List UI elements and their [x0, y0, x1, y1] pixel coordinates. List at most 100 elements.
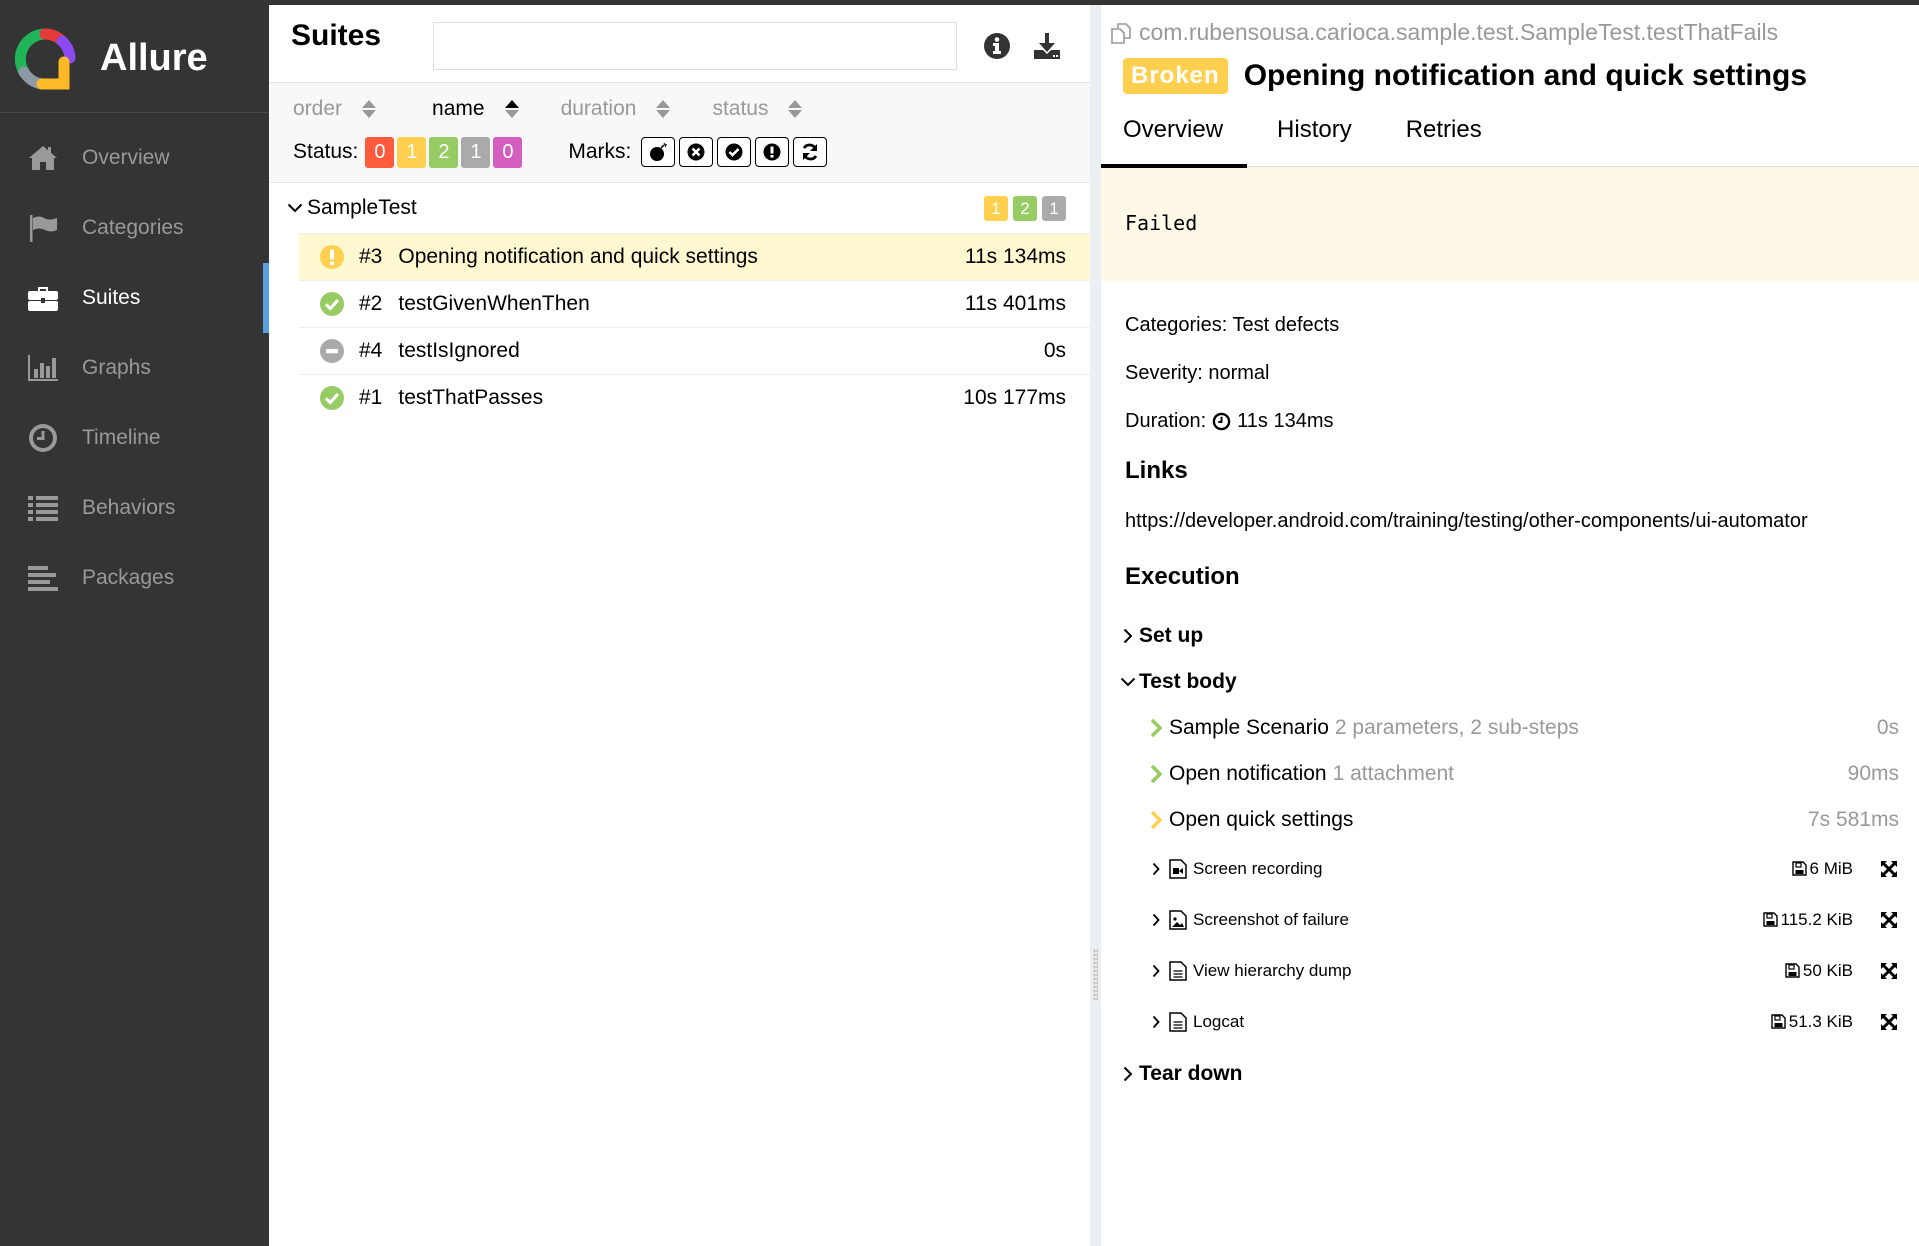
- test-duration: 10s 177ms: [963, 386, 1066, 409]
- page-title: Suites: [291, 19, 382, 52]
- sidebar-item-packages[interactable]: Packages: [0, 543, 269, 613]
- sidebar-item-graphs[interactable]: Graphs: [0, 333, 269, 403]
- status-filter-skipped[interactable]: 1: [461, 136, 491, 168]
- stage-test-body[interactable]: Test body: [1117, 659, 1919, 705]
- attachment-row[interactable]: Screenshot of failure 115.2 KiB: [1145, 894, 1919, 945]
- stage-label: Tear down: [1139, 1062, 1243, 1085]
- refresh-icon: [803, 143, 818, 161]
- sidebar-item-behaviors[interactable]: Behaviors: [0, 473, 269, 543]
- mark-new-broken-button[interactable]: [755, 137, 790, 167]
- step-row[interactable]: Open quick settings 7s 581ms: [1145, 797, 1919, 843]
- chevron-right-icon: [1117, 628, 1139, 644]
- test-name: Opening notification and quick settings: [398, 245, 758, 268]
- sidebar-item-timeline[interactable]: Timeline: [0, 403, 269, 473]
- sidebar-nav: Overview Categories Suites Graphs Timeli…: [0, 113, 269, 613]
- sort-label: status: [712, 97, 769, 120]
- categories-line: Categories: Test defects: [1125, 313, 1340, 336]
- stage-label: Test body: [1139, 670, 1237, 693]
- attachment-row[interactable]: View hierarchy dump 50 KiB: [1145, 945, 1919, 996]
- sidebar-item-label: Overview: [82, 146, 170, 169]
- flag-icon: [26, 211, 60, 245]
- save-icon: [1762, 912, 1778, 927]
- failure-message-text: Failed: [1125, 211, 1198, 235]
- file-image-icon: [1169, 909, 1187, 930]
- tab-overview[interactable]: Overview: [1101, 116, 1248, 168]
- status-filter-failed[interactable]: 0: [365, 136, 395, 168]
- test-row[interactable]: #2 testGivenWhenThen 11s 401ms: [299, 280, 1090, 327]
- allure-logo-icon: [14, 28, 76, 90]
- test-row[interactable]: #3 Opening notification and quick settin…: [299, 233, 1090, 280]
- expand-icon[interactable]: [1879, 859, 1899, 879]
- download-icon[interactable]: [1032, 31, 1062, 61]
- attachment-size: 50 KiB: [1785, 961, 1853, 981]
- clock-icon: [1212, 412, 1231, 430]
- test-full-name[interactable]: com.rubensousa.carioca.sample.test.Sampl…: [1101, 5, 1919, 46]
- brand[interactable]: Allure: [0, 5, 269, 113]
- sort-icon: [788, 99, 803, 119]
- expand-icon[interactable]: [1879, 961, 1899, 981]
- home-icon: [26, 141, 60, 175]
- test-order: #3: [359, 245, 383, 268]
- test-detail-panel: com.rubensousa.carioca.sample.test.Sampl…: [1101, 5, 1919, 1246]
- mark-retries-button[interactable]: [793, 137, 828, 167]
- status-filter-unknown[interactable]: 0: [493, 136, 523, 168]
- test-row[interactable]: #4 testIsIgnored 0s: [299, 327, 1090, 374]
- search-input[interactable]: [433, 22, 957, 70]
- attachment-row[interactable]: Logcat 51.3 KiB: [1145, 996, 1919, 1047]
- mark-new-failed-button[interactable]: [679, 137, 714, 167]
- test-order: #2: [359, 292, 383, 315]
- sidebar-item-suites[interactable]: Suites: [0, 263, 269, 333]
- test-row[interactable]: #1 testThatPasses 10s 177ms: [299, 374, 1090, 421]
- mark-flaky-button[interactable]: [641, 137, 676, 167]
- test-duration: 11s 134ms: [964, 245, 1066, 268]
- suite-group-name: SampleTest: [307, 196, 417, 219]
- sidebar: Allure Overview Categories Suites Graphs…: [0, 5, 269, 1246]
- sort-bar: order name duration status: [293, 89, 1090, 129]
- tab-history[interactable]: History: [1253, 116, 1376, 167]
- sort-by-name[interactable]: name: [432, 97, 519, 121]
- step-duration: 90ms: [1847, 762, 1899, 785]
- attachment-size-text: 50 KiB: [1802, 960, 1853, 980]
- detail-tabs: Overview History Retries: [1101, 116, 1919, 168]
- pane-splitter[interactable]: [1090, 5, 1101, 1246]
- brand-name: Allure: [100, 37, 208, 79]
- chevron-right-icon: [1145, 862, 1167, 876]
- sort-by-order[interactable]: order: [293, 97, 377, 121]
- sort-by-status[interactable]: status: [712, 97, 803, 121]
- broken-status-icon: [320, 245, 344, 269]
- tab-retries[interactable]: Retries: [1382, 116, 1506, 167]
- expand-icon[interactable]: [1879, 910, 1899, 930]
- sort-icon: [656, 99, 671, 119]
- step-name: Open notification: [1169, 762, 1327, 785]
- sidebar-item-categories[interactable]: Categories: [0, 193, 269, 263]
- step-meta: 2 parameters, 2 sub-steps: [1334, 716, 1579, 739]
- step-status-chevron-icon: [1145, 810, 1167, 830]
- sort-label: order: [293, 97, 343, 120]
- execution-title: Execution: [1125, 563, 1240, 590]
- external-link[interactable]: https://developer.android.com/training/t…: [1125, 497, 1919, 545]
- step-row[interactable]: Sample Scenario 2 parameters, 2 sub-step…: [1145, 705, 1919, 751]
- suite-group-sampletest[interactable]: SampleTest 1 2 1: [269, 183, 1090, 233]
- status-filter-broken[interactable]: 1: [397, 136, 427, 168]
- step-row[interactable]: Open notification 1 attachment 90ms: [1145, 751, 1919, 797]
- mark-new-passed-button[interactable]: [717, 137, 752, 167]
- stage-teardown[interactable]: Tear down: [1117, 1051, 1919, 1097]
- attachment-size: 6 MiB: [1791, 859, 1853, 879]
- sidebar-item-overview[interactable]: Overview: [0, 123, 269, 193]
- briefcase-icon: [26, 281, 60, 315]
- sidebar-item-label: Behaviors: [82, 496, 176, 519]
- group-count-skipped: 1: [1042, 195, 1066, 221]
- attachment-name: Screen recording: [1193, 858, 1323, 878]
- attachment-row[interactable]: Screen recording 6 MiB: [1145, 843, 1919, 894]
- filter-bar: Status: 0 1 2 1 0 Marks:: [293, 129, 1090, 175]
- stage-label: Set up: [1139, 624, 1204, 647]
- test-name: testThatPasses: [398, 386, 544, 409]
- sort-by-duration[interactable]: duration: [561, 97, 671, 121]
- status-filter-passed[interactable]: 2: [429, 136, 459, 168]
- sidebar-item-label: Packages: [82, 566, 175, 589]
- info-icon[interactable]: [982, 31, 1012, 61]
- expand-icon[interactable]: [1879, 1012, 1899, 1032]
- stage-setup[interactable]: Set up: [1117, 613, 1919, 659]
- chevron-right-icon: [1145, 913, 1167, 927]
- test-tree: SampleTest 1 2 1 #3 Opening notification…: [269, 183, 1090, 421]
